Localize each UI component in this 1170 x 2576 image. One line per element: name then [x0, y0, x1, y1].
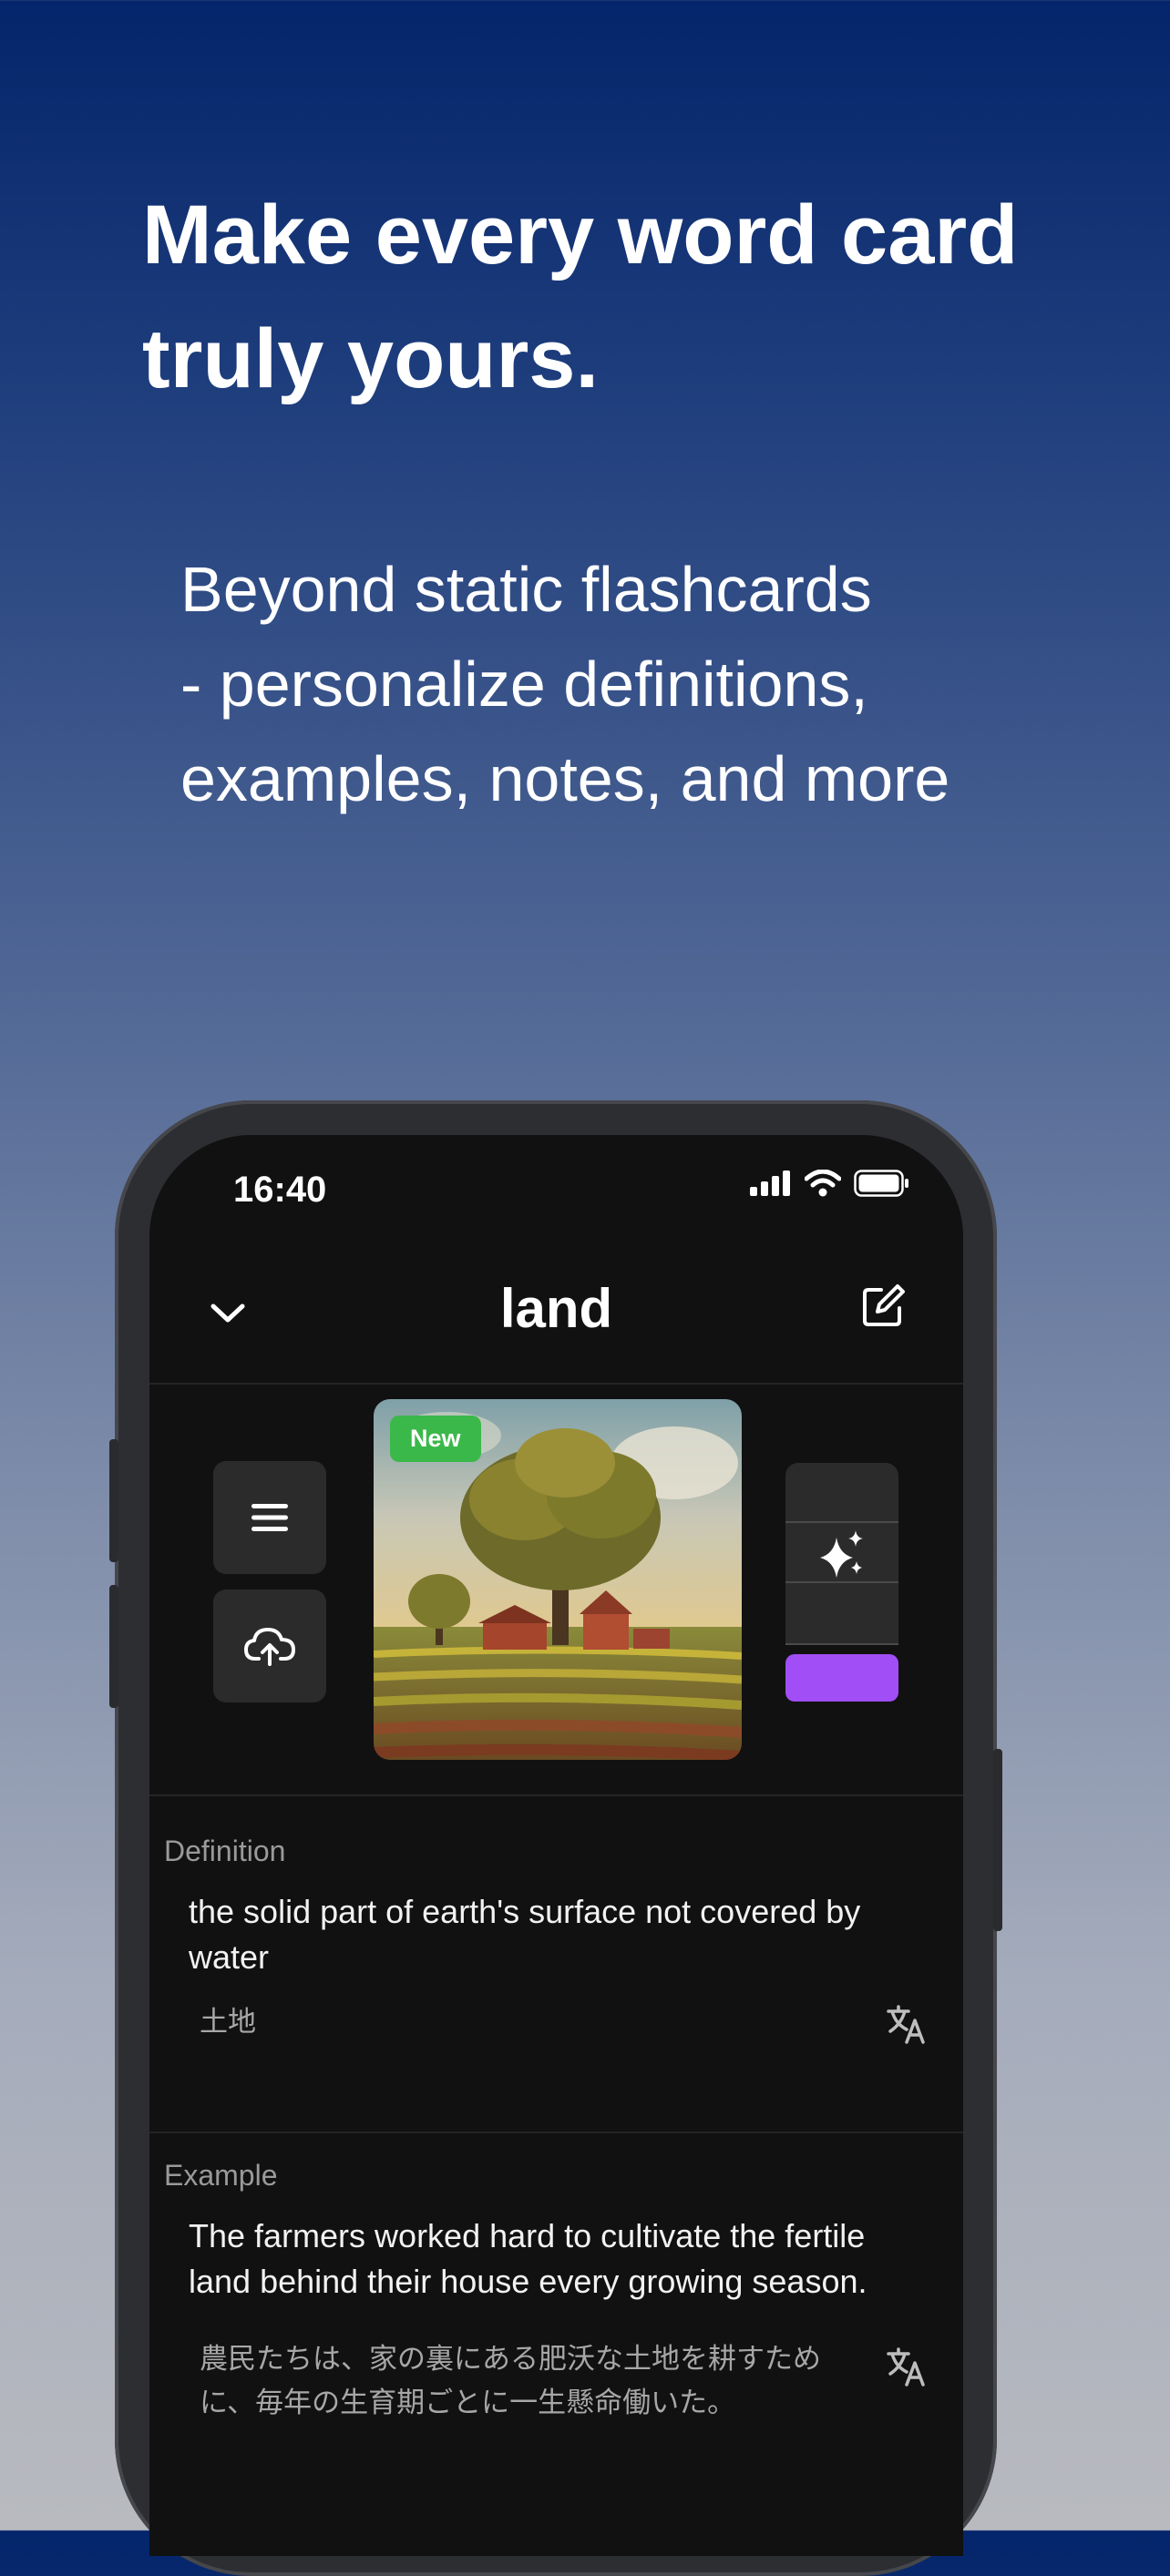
divider: [149, 1794, 963, 1796]
example-text[interactable]: The farmers worked hard to cultivate the…: [189, 2213, 936, 2305]
subhead-line: - personalize definitions,: [180, 649, 868, 720]
word-header: land: [149, 1262, 963, 1363]
translate-icon[interactable]: [885, 2345, 929, 2388]
word-title: land: [499, 1278, 613, 1339]
ai-color-swatch[interactable]: [785, 1654, 898, 1702]
menu-button[interactable]: [213, 1461, 326, 1574]
headline: Make every word card truly yours.: [142, 189, 1019, 405]
ai-panel-segment: [785, 1463, 898, 1527]
signal-icon: [750, 1170, 790, 1196]
cloud-upload-icon: [244, 1628, 295, 1666]
phone-volume-button: [109, 1585, 118, 1708]
divider: [149, 1383, 963, 1385]
translate-icon[interactable]: [885, 2002, 929, 2046]
subhead-line: examples, notes, and more: [180, 743, 950, 814]
example-translation: 農民たちは、家の裏にある肥沃な土地を耕すために、毎年の生育期ごとに一生懸命働いた…: [200, 2343, 821, 2418]
phone-screen: 16:40 land New Definition the solid part…: [149, 1135, 963, 2556]
status-time: 16:40: [233, 1170, 327, 1210]
word-image[interactable]: New: [374, 1399, 742, 1760]
ai-panel-segment: [785, 1583, 898, 1643]
definition-label: Definition: [164, 1835, 286, 1867]
wifi-icon: [805, 1170, 841, 1197]
example-label: Example: [164, 2159, 278, 2192]
phone-mute-switch: [109, 1439, 118, 1562]
divider: [785, 1643, 898, 1645]
definition-translation: 土地: [200, 2006, 256, 2038]
subhead-line: Beyond static flashcards: [180, 554, 872, 625]
new-badge: New: [390, 1416, 481, 1462]
battery-icon: [854, 1170, 908, 1197]
definition-text[interactable]: the solid part of earth's surface not co…: [189, 1889, 936, 1980]
status-icons: [750, 1170, 910, 1197]
edit-icon[interactable]: [857, 1281, 908, 1332]
menu-icon: [251, 1504, 288, 1531]
phone-power-button: [993, 1749, 1002, 1931]
upload-button[interactable]: [213, 1590, 326, 1702]
divider: [149, 2131, 963, 2133]
sparkles-icon: [820, 1530, 863, 1578]
subhead: Beyond static flashcards - personalize d…: [180, 542, 1110, 826]
